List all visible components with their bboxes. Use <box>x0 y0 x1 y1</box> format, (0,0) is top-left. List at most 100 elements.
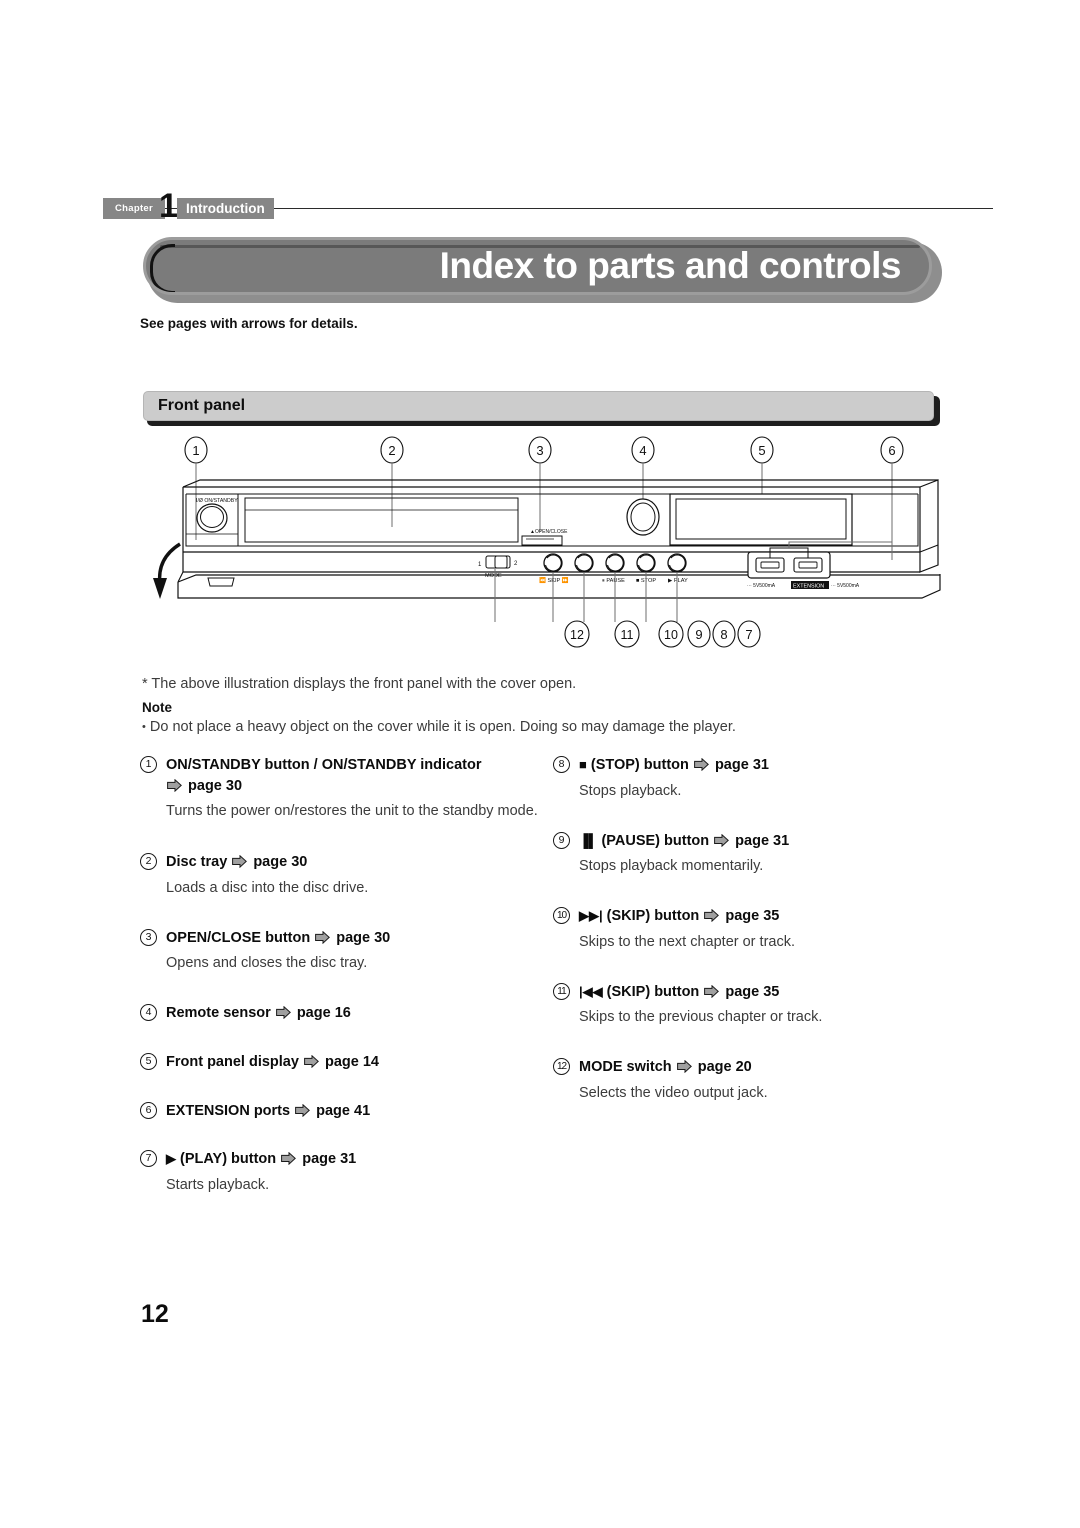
entry-description: Stops playback momentarily. <box>579 858 764 875</box>
arrow-icon <box>694 758 709 771</box>
chapter-title: Introduction <box>177 198 274 219</box>
entry-heading: 2 Disc tray page 30 <box>140 852 560 873</box>
callout-number: 10 <box>553 907 570 925</box>
entry-description: Loads a disc into the disc drive. <box>166 879 369 896</box>
callout-number: 7 <box>140 1150 157 1168</box>
skip-prev-glyph-icon: |◀◀ <box>579 983 603 999</box>
transport-buttons: ⏪ SKIP ⏩ ⏸ PAUSE ■ STOP ▶ PLAY <box>539 553 688 584</box>
note-bullet: • <box>142 721 146 734</box>
entry-description: Stops playback. <box>579 782 682 799</box>
arrow-icon <box>714 833 730 847</box>
svg-text:5: 5 <box>758 443 765 458</box>
callout-number: 3 <box>140 928 157 946</box>
callout-8: 8 <box>712 620 736 648</box>
list-item: 8 ■ (STOP) button page 31 Stops playback… <box>553 755 973 802</box>
list-item: 3 OPEN/CLOSE button page 30 Opens and cl… <box>140 928 560 975</box>
list-item: 9 ▐▌ (PAUSE) button page 31 Stops playba… <box>553 831 973 878</box>
svg-text:1: 1 <box>192 443 199 458</box>
svg-text:⏪ SKIP ⏩: ⏪ SKIP ⏩ <box>539 576 569 584</box>
callout-number: 11 <box>553 982 570 1000</box>
callout-2: 2 <box>380 436 404 527</box>
callout-11: 11 <box>614 620 640 648</box>
entry-heading: 9 ▐▌ (PAUSE) button page 31 <box>553 831 973 852</box>
svg-text:1: 1 <box>478 562 482 568</box>
callout-number: 9 <box>553 831 570 849</box>
entry-heading: 11 |◀◀ (SKIP) button page 35 <box>553 982 973 1003</box>
entry-description: Skips to the previous chapter or track. <box>579 1009 823 1026</box>
svg-text:7: 7 <box>745 627 752 642</box>
entry-page-ref[interactable]: page 35 <box>725 908 779 924</box>
svg-text:2: 2 <box>388 443 395 458</box>
callout-number: 12 <box>553 1058 570 1076</box>
arrow-icon <box>281 1152 297 1166</box>
entry-heading: 8 ■ (STOP) button page 31 <box>553 755 973 776</box>
svg-text:⏸ PAUSE: ⏸ PAUSE <box>602 578 625 584</box>
svg-text:11: 11 <box>621 628 634 642</box>
intro-line: See pages with arrows for details. <box>140 316 358 331</box>
chapter-number: 1 <box>159 187 178 225</box>
entry-title: ON/STANDBY button / ON/STANDBY indicator <box>166 757 482 773</box>
arrow-icon <box>704 909 720 923</box>
svg-text:2: 2 <box>514 561 518 567</box>
entry-title: Disc tray <box>166 854 228 871</box>
callout-number: 6 <box>140 1101 157 1119</box>
svg-text:4: 4 <box>639 443 646 458</box>
entry-page-ref[interactable]: page 31 <box>302 1151 356 1167</box>
svg-text:MODE: MODE <box>485 573 502 579</box>
svg-text:EXTENSION: EXTENSION <box>793 584 824 590</box>
entry-page-ref[interactable]: page 30 <box>188 778 242 794</box>
list-item: 5 Front panel display page 14 <box>140 1052 560 1073</box>
arrow-icon <box>167 778 182 792</box>
callout-3: 3 <box>528 436 552 532</box>
entry-heading: 5 Front panel display page 14 <box>140 1052 560 1073</box>
arrow-icon <box>304 1054 319 1068</box>
entry-page-ref[interactable]: page 41 <box>316 1103 370 1119</box>
arrow-icon <box>232 855 248 869</box>
page-title-banner: Index to parts and controls <box>143 237 942 303</box>
callout-9: 9 <box>687 620 711 648</box>
entry-title: (PAUSE) button <box>601 832 710 849</box>
arrow-icon <box>315 930 331 944</box>
play-glyph-icon: ▶ <box>166 1151 176 1167</box>
entry-page-ref[interactable]: page 14 <box>325 1054 379 1070</box>
entry-description: Opens and closes the disc tray. <box>166 955 368 972</box>
svg-text:9: 9 <box>695 627 702 642</box>
list-item: 11 |◀◀ (SKIP) button page 35 Skips to th… <box>553 982 973 1029</box>
page-title-pill: Index to parts and controls <box>143 237 932 295</box>
svg-text:⋅⋅⋅ 5V500mA: ⋅⋅⋅ 5V500mA <box>831 583 860 589</box>
svg-text:I/Ø ON/STANDBY: I/Ø ON/STANDBY <box>196 498 238 504</box>
entry-description: Selects the video output jack. <box>579 1084 768 1101</box>
arrow-icon <box>704 984 720 998</box>
callout-7: 7 <box>737 620 761 648</box>
entry-page-ref[interactable]: page 30 <box>253 854 307 870</box>
note-text: • Do not place a heavy object on the cov… <box>142 719 736 735</box>
illustration-footnote: * The above illustration displays the fr… <box>142 676 577 692</box>
entry-page-ref[interactable]: page 31 <box>715 757 769 773</box>
entry-title: (SKIP) button <box>606 983 700 1000</box>
section-heading-label: Front panel <box>158 397 246 414</box>
entry-title: EXTENSION ports <box>166 1102 291 1119</box>
chapter-label: Chapter <box>103 198 165 219</box>
arrow-icon <box>275 1006 291 1020</box>
entry-page-ref[interactable]: page 16 <box>297 1005 351 1021</box>
entry-description: Skips to the next chapter or track. <box>579 933 795 950</box>
callout-number: 4 <box>140 1004 157 1022</box>
entry-description: Starts playback. <box>166 1176 270 1193</box>
note-heading: Note <box>142 700 172 715</box>
section-heading-bar: Front panel <box>143 391 940 426</box>
entry-title: MODE switch <box>579 1059 672 1076</box>
entry-page-ref[interactable]: page 30 <box>336 930 390 946</box>
entry-page-ref[interactable]: page 20 <box>698 1059 752 1075</box>
entry-page-ref[interactable]: page 31 <box>735 833 789 849</box>
list-item: 7 ▶ (PLAY) button page 31 Starts playbac… <box>140 1149 560 1196</box>
entry-title: OPEN/CLOSE button <box>166 929 311 946</box>
callout-12: 12 <box>564 620 590 648</box>
callout-number: 5 <box>140 1052 157 1070</box>
list-item: 10 ▶▶| (SKIP) button page 35 Skips to th… <box>553 906 973 953</box>
entry-title: (SKIP) button <box>606 908 700 925</box>
list-item: 12 MODE switch page 20 Selects the video… <box>553 1057 973 1104</box>
list-item: 4 Remote sensor page 16 <box>140 1003 560 1024</box>
svg-text:⋅⋅⋅ 5V500mA: ⋅⋅⋅ 5V500mA <box>747 583 776 589</box>
svg-text:6: 6 <box>888 443 895 458</box>
entry-page-ref[interactable]: page 35 <box>725 984 779 1000</box>
